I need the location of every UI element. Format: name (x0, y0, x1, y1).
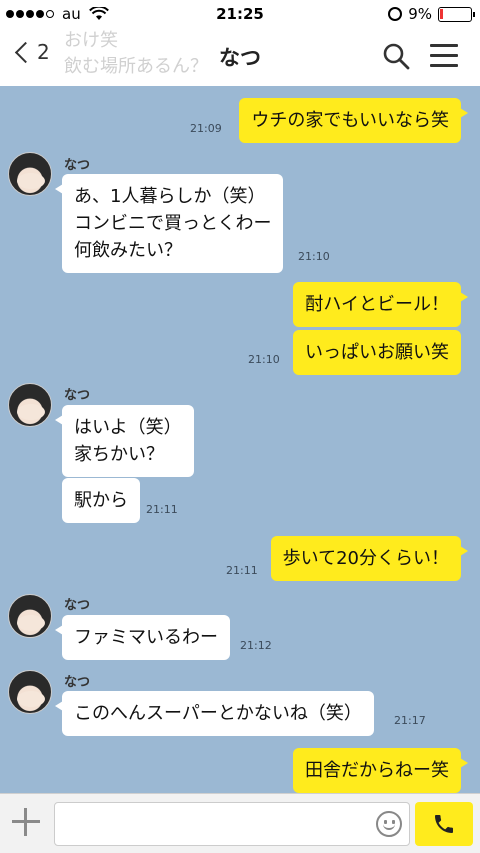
message-bubble-me[interactable]: ウチの家でもいいなら笑 (239, 98, 468, 143)
message-time: 21:09 (190, 122, 222, 135)
avatar[interactable] (8, 594, 52, 638)
message-bubble-them[interactable]: このへんスーパーとかないね（笑） (55, 691, 374, 736)
message-time: 21:10 (298, 250, 330, 263)
message-time: 21:10 (248, 353, 280, 366)
message-bubble-me[interactable]: 酎ハイとビール！ (293, 282, 468, 327)
message-time: 21:17 (394, 714, 426, 727)
message-bubble-them[interactable]: ファミマいるわー (55, 615, 230, 660)
call-button[interactable] (415, 802, 473, 846)
message-bubble-them[interactable]: あ、1人暮らしか（笑） コンビニで買っとくわー 何飲みたい？ (54, 174, 284, 273)
search-icon[interactable] (382, 42, 410, 70)
status-right: 9% (388, 5, 475, 23)
message-bubble-them[interactable]: はいよ（笑） 家ちかい？ (55, 405, 194, 477)
input-bar (0, 793, 480, 853)
message-bubble-me[interactable]: 歩いて20分くらい！ (270, 536, 469, 581)
sender-name: なつ (64, 675, 91, 690)
sender-name: なつ (64, 598, 91, 613)
phone-icon (435, 815, 453, 833)
message-bubble-me[interactable]: いっぱいお願い笑 (293, 330, 461, 375)
avatar[interactable] (8, 152, 52, 196)
chevron-left-icon (14, 41, 37, 63)
battery-level-fill (440, 8, 443, 19)
rotation-lock-icon (388, 7, 403, 21)
message-input[interactable] (54, 802, 410, 846)
status-bar: au 21:25 9% (0, 0, 480, 28)
message-time: 21:11 (146, 503, 178, 516)
battery-icon (438, 6, 475, 22)
message-bubble-them[interactable]: 駅から (62, 478, 140, 523)
sender-name: なつ (64, 158, 91, 173)
unread-count: 2 (37, 40, 50, 64)
message-bubble-me[interactable]: 田舎だからねー笑 (293, 748, 468, 793)
chat-area[interactable]: ウチの家でもいいなら笑 21:09 なつ あ、1人暮らしか（笑） コンビニで買っ… (0, 86, 480, 793)
plus-icon[interactable] (12, 808, 40, 836)
battery-percent: 9% (408, 5, 432, 23)
notice-preview: おけ笑 飲む場所あるん？ (64, 30, 208, 77)
avatar[interactable] (8, 383, 52, 427)
sender-name: なつ (64, 388, 91, 403)
avatar[interactable] (8, 670, 52, 714)
chat-header: おけ笑 飲む場所あるん？ 2 なつ (0, 28, 480, 86)
emoji-icon[interactable] (376, 811, 402, 837)
menu-icon[interactable] (430, 44, 458, 68)
message-time: 21:12 (240, 639, 272, 652)
message-time: 21:11 (226, 564, 258, 577)
back-button[interactable]: 2 (12, 40, 50, 64)
